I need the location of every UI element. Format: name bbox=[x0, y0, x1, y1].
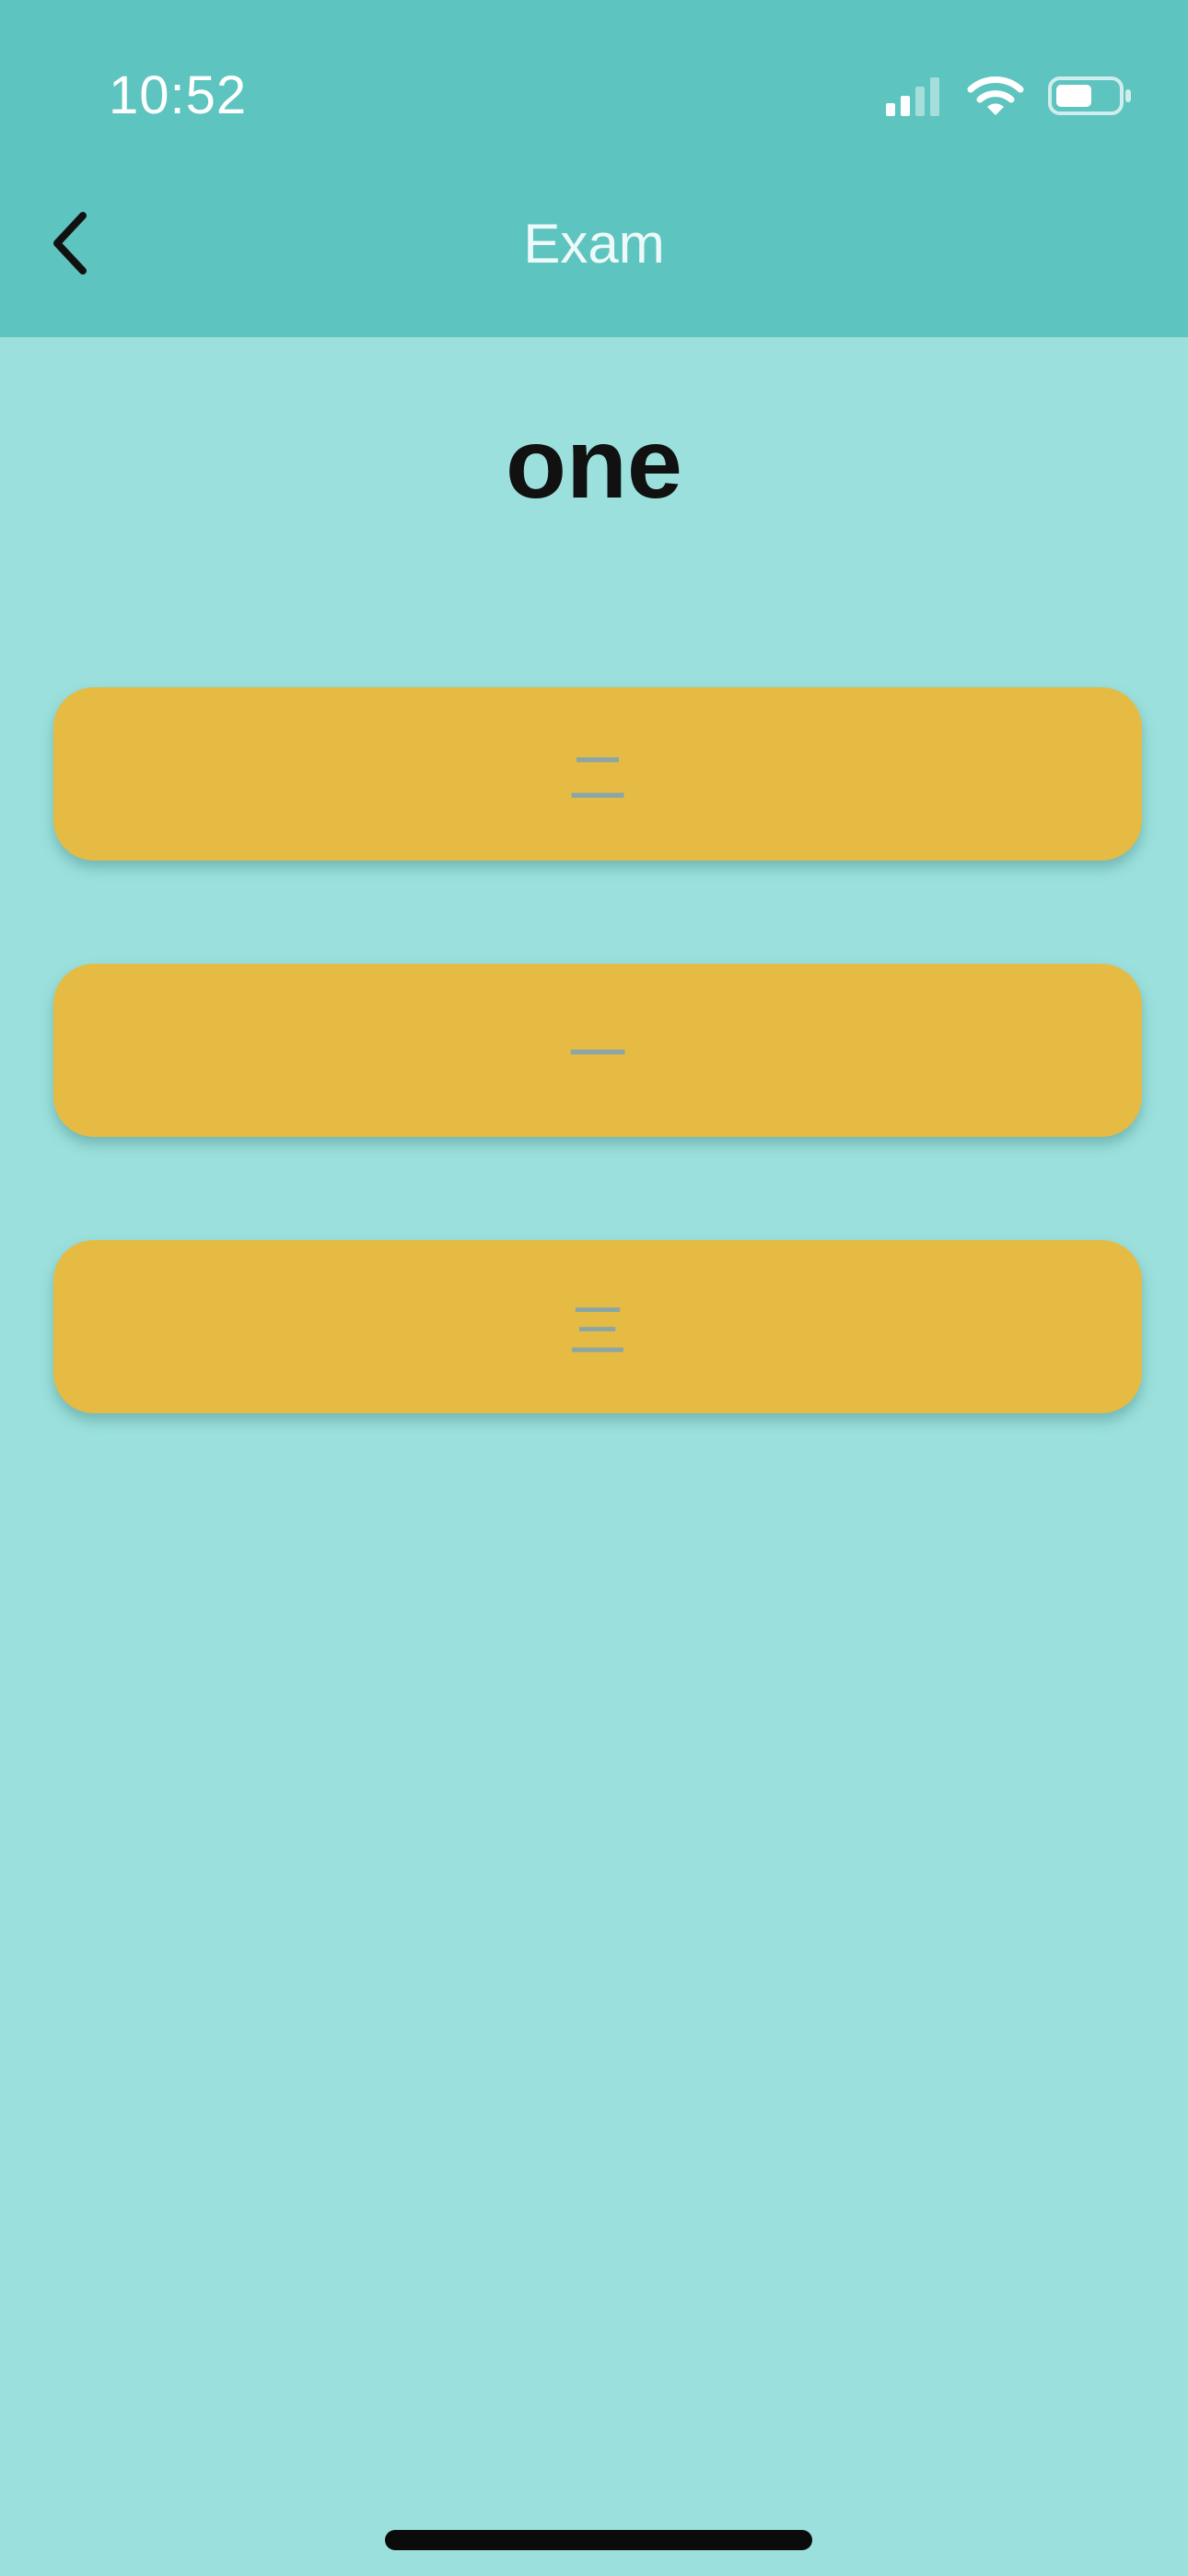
answer-option-1[interactable]: 二 bbox=[53, 687, 1142, 861]
answer-option-2[interactable]: 一 bbox=[53, 964, 1142, 1137]
answer-option-3[interactable]: 三 bbox=[53, 1240, 1142, 1413]
home-indicator[interactable] bbox=[385, 2530, 812, 2550]
status-icons bbox=[884, 72, 1133, 123]
status-time: 10:52 bbox=[109, 65, 248, 125]
nav-title: Exam bbox=[523, 213, 665, 275]
answer-option-label: 三 bbox=[568, 1298, 627, 1366]
answer-option-label: 二 bbox=[568, 745, 627, 814]
question-word: one bbox=[505, 407, 682, 519]
header-bar: 10:52 Exam bbox=[0, 0, 1188, 337]
answer-option-label: 一 bbox=[568, 1022, 627, 1090]
cellular-signal-icon bbox=[884, 76, 943, 121]
battery-icon bbox=[1048, 75, 1133, 122]
wifi-icon bbox=[967, 75, 1024, 122]
